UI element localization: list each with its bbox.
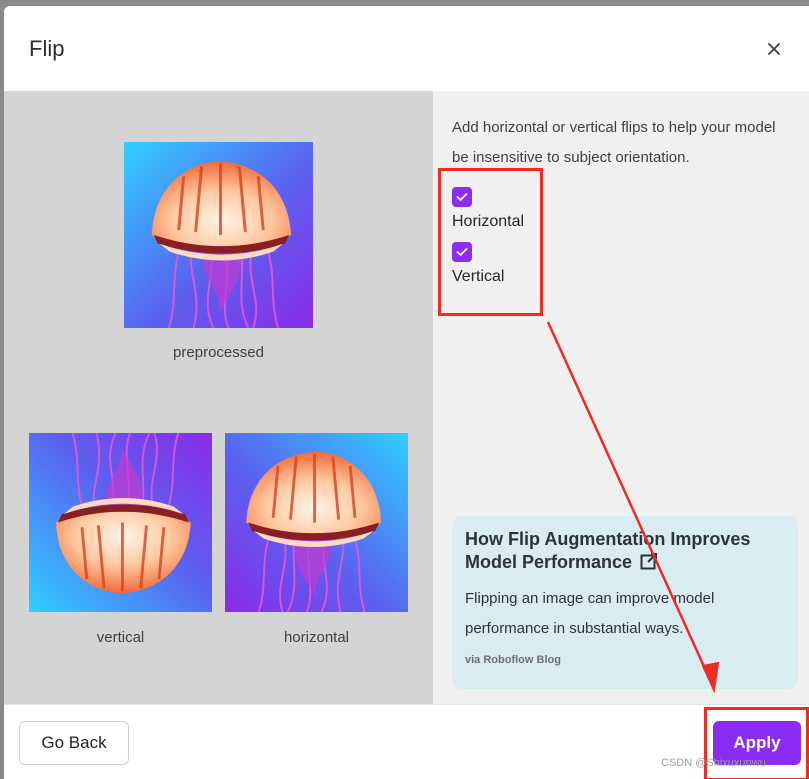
go-back-button[interactable]: Go Back [19,721,129,765]
blog-body: Flipping an image can improve model perf… [465,590,715,637]
preview-panel: preprocessed vertical horizontal [4,91,433,704]
watermark: CSDN @Shixuxunwu [661,757,766,769]
options-panel: Add horizontal or vertical flips to help… [433,91,809,704]
blog-title-text[interactable]: How Flip Augmentation Improves Model Per… [465,529,750,572]
dialog-header: Flip [4,6,809,91]
preprocessed-label: preprocessed [173,344,264,361]
horizontal-label: horizontal [283,629,350,646]
blog-source: via Roboflow Blog [465,654,561,666]
external-link-icon[interactable] [640,552,658,570]
preprocessed-image [124,142,313,328]
flip-description: Add horizontal or vertical flips to help… [452,119,776,166]
blog-title[interactable]: How Flip Augmentation Improves Model Per… [465,528,785,574]
close-icon[interactable] [763,38,785,60]
flip-dialog: Flip preprocessed vertical horizontal Ad… [4,6,809,779]
vertical-label: vertical [96,629,145,646]
annotation-box-checkboxes [438,168,543,316]
blog-card[interactable]: How Flip Augmentation Improves Model Per… [452,516,798,689]
dialog-title: Flip [29,36,65,61]
horizontal-flip-image [225,433,408,612]
vertical-flip-image [29,433,212,612]
